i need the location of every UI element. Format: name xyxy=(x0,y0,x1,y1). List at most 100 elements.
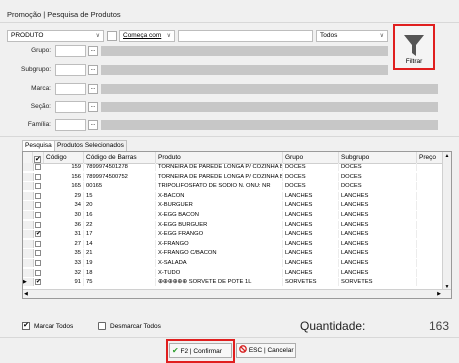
cancel-button[interactable]: ESC | Cancelar xyxy=(236,343,296,358)
cell-code: 35 xyxy=(44,249,84,258)
table-row[interactable]: 35 21 X-FRANGO C/BACON LANCHES LANCHES xyxy=(23,249,451,258)
table-row[interactable]: 33 19 X-SALADA LANCHES LANCHES xyxy=(23,259,451,268)
mode-select[interactable]: Começa com ∨ xyxy=(119,30,175,42)
row-checkbox[interactable] xyxy=(35,260,41,266)
row-checkbox[interactable] xyxy=(35,183,41,190)
unmark-all-option[interactable]: Desmarcar Todos xyxy=(98,321,161,333)
cell-product: TORNEIRA DE PAREDE LONGA P/ COZINHA BI xyxy=(158,172,283,181)
cell-group: LANCHES xyxy=(283,201,339,210)
secao-description xyxy=(101,102,438,112)
marca-lookup-button[interactable]: ... xyxy=(88,84,98,94)
cell-product: ⊕⊕⊕⊕⊕⊕ SORVETE DE POTE 1L xyxy=(156,278,283,287)
cell-group: DOCES xyxy=(283,182,339,191)
secao-lookup-button[interactable]: ... xyxy=(88,102,98,112)
cell-code: 32 xyxy=(44,268,84,277)
field-select[interactable]: PRODUTO ∨ xyxy=(7,30,104,42)
grupo-lookup-button[interactable]: ... xyxy=(88,46,98,56)
secao-code-input[interactable] xyxy=(55,101,86,113)
header-code[interactable]: Código xyxy=(44,152,84,163)
row-checkbox[interactable]: ✔ xyxy=(35,231,41,238)
row-checkbox[interactable] xyxy=(35,269,41,276)
subgrupo-lookup-button[interactable]: ... xyxy=(88,65,98,75)
cell-code: 27 xyxy=(44,239,84,249)
grupo-code-input[interactable] xyxy=(55,45,86,57)
marca-code-input[interactable] xyxy=(55,83,86,95)
row-indicator xyxy=(23,249,34,258)
unmark-all-checkbox[interactable] xyxy=(98,322,106,331)
row-checkbox[interactable] xyxy=(35,192,41,199)
products-grid[interactable]: ✔ Código Código de Barras Produto Grupo … xyxy=(22,151,452,299)
cell-code: 33 xyxy=(44,259,84,268)
filter-label: Marca: xyxy=(31,85,51,92)
row-checkbox[interactable] xyxy=(35,173,41,180)
cell-barcode: 21 xyxy=(84,249,156,258)
confirm-button[interactable]: ✔ F2 | Confirmar xyxy=(169,343,232,358)
header-price[interactable]: Preço xyxy=(417,152,445,163)
row-indicator xyxy=(23,201,34,210)
row-indicator xyxy=(23,239,34,249)
cell-product: X-BURGUER xyxy=(156,201,283,210)
table-row[interactable]: 165 00165 TRIPOLIFOSFATO DE SODIO N. ONU: … xyxy=(23,182,451,191)
cell-price xyxy=(417,268,445,277)
cell-barcode: 22 xyxy=(84,220,156,229)
cell-price xyxy=(417,163,445,172)
select-all-checkbox[interactable]: ✔ xyxy=(34,156,41,163)
tab-produtos-selecionados[interactable]: Produtos Selecionados xyxy=(54,140,127,151)
cell-product: X-TUDO xyxy=(156,268,283,277)
table-row[interactable]: ▶ ✔ 91 75 ⊕⊕⊕⊕⊕⊕ SORVETE DE POTE 1L SORVETES S… xyxy=(23,278,451,287)
table-row[interactable]: 27 14 X-FRANGO LANCHES LANCHES xyxy=(23,239,451,249)
familia-lookup-button[interactable]: ... xyxy=(88,120,98,130)
cell-code: 165 xyxy=(44,182,84,191)
search-input[interactable] xyxy=(178,30,313,42)
familia-code-input[interactable] xyxy=(55,119,86,131)
filter-button[interactable]: Filtrar xyxy=(393,24,435,70)
subgrupo-code-input[interactable] xyxy=(55,64,86,76)
row-checkbox[interactable] xyxy=(35,250,41,257)
quantity-value: 163 xyxy=(428,319,449,333)
cell-subgroup: LANCHES xyxy=(339,249,417,258)
cell-product: X-EGG BURGUER xyxy=(156,220,283,229)
cell-group: SORVETES xyxy=(283,278,339,287)
scroll-left-icon[interactable]: ◀ xyxy=(24,290,28,298)
cell-code: 31 xyxy=(44,230,84,239)
table-row[interactable]: 29 15 X-BACON LANCHES LANCHES xyxy=(23,191,451,201)
grid-vertical-scrollbar[interactable]: ▲ ▼ xyxy=(442,152,451,291)
header-product[interactable]: Produto xyxy=(156,152,283,163)
field-settings-button[interactable] xyxy=(107,31,117,41)
row-checkbox[interactable] xyxy=(35,212,41,218)
table-row[interactable]: 159 7899974501278 TORNEIRA DE PAREDE LONGA… xyxy=(23,163,451,172)
header-indicator xyxy=(23,152,33,163)
header-group[interactable]: Grupo xyxy=(283,152,339,163)
cell-barcode: 16 xyxy=(84,211,156,220)
table-row[interactable]: 36 22 X-EGG BURGUER LANCHES LANCHES xyxy=(23,220,451,229)
table-row[interactable]: 34 20 X-BURGUER LANCHES LANCHES xyxy=(23,201,451,210)
section-divider xyxy=(0,136,459,137)
header-select-all[interactable]: ✔ xyxy=(33,152,44,163)
chevron-down-icon: ∨ xyxy=(379,33,384,39)
cell-product: X-BACON xyxy=(156,191,283,201)
row-checkbox[interactable] xyxy=(35,164,41,170)
cell-price xyxy=(417,182,445,191)
table-row[interactable]: 156 7899974500752 TORNEIRA DE PAREDE LONGA… xyxy=(23,172,451,181)
header-barcode[interactable]: Código de Barras xyxy=(84,152,156,163)
mark-all-checkbox[interactable]: ✔ xyxy=(22,322,30,331)
table-row[interactable]: 30 16 X-EGG BACON LANCHES LANCHES xyxy=(23,211,451,220)
tab-pesquisa[interactable]: Pesquisa xyxy=(22,140,55,151)
cell-product: X-SALADA xyxy=(156,259,283,268)
row-checkbox[interactable] xyxy=(35,202,41,209)
row-indicator xyxy=(23,259,34,268)
cancel-icon xyxy=(239,345,247,353)
table-row[interactable]: 32 18 X-TUDO LANCHES LANCHES xyxy=(23,268,451,277)
scroll-up-icon[interactable]: ▲ xyxy=(443,152,451,160)
scroll-right-icon[interactable]: ▶ xyxy=(437,290,441,298)
cell-price xyxy=(417,201,445,210)
mark-all-option[interactable]: ✔ Marcar Todos xyxy=(22,321,73,333)
row-checkbox[interactable] xyxy=(35,221,41,228)
scope-select[interactable]: Todos ∨ xyxy=(316,30,388,42)
row-checkbox[interactable]: ✔ xyxy=(35,279,41,286)
grid-horizontal-scrollbar[interactable]: ◀ ▶ xyxy=(23,289,451,298)
row-checkbox[interactable] xyxy=(35,240,41,247)
table-row[interactable]: ✔ 31 17 X-EGG FRANGO LANCHES LANCHES xyxy=(23,230,451,239)
cell-group: LANCHES xyxy=(283,239,339,249)
header-subgroup[interactable]: Subgrupo xyxy=(339,152,417,163)
